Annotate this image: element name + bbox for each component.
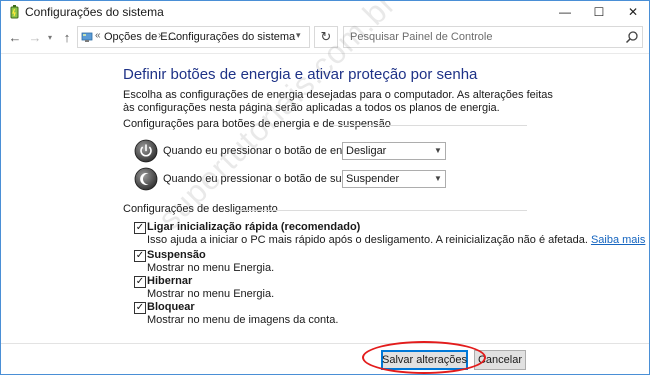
breadcrumb-separator-icon[interactable]: ›	[158, 30, 161, 41]
power-buttons-section-title: Configurações para botões de energia e d…	[123, 118, 391, 130]
checkmark-icon: ✓	[135, 250, 145, 261]
section-divider	[236, 210, 527, 211]
fast-startup-checkbox[interactable]: ✓	[134, 222, 146, 234]
search-box[interactable]	[343, 26, 643, 48]
page-heading: Definir botões de energia e ativar prote…	[123, 66, 478, 83]
power-button-label: Quando eu pressionar o botão de energia:	[163, 145, 370, 157]
hibernate-description: Mostrar no menu Energia.	[147, 288, 275, 300]
refresh-button[interactable]: ↻	[314, 26, 338, 48]
close-button[interactable]: ✕	[617, 1, 649, 23]
sleep-button-icon	[134, 167, 158, 191]
address-dropdown-icon[interactable]: ▾	[296, 30, 301, 41]
hibernate-checkbox[interactable]: ✓	[134, 276, 146, 288]
minimize-button[interactable]: —	[549, 1, 581, 23]
navigation-bar: ← → ▾ ↑ « Opções de E... › Configurações…	[1, 23, 649, 51]
back-arrow-icon[interactable]: ←	[7, 28, 23, 46]
shutdown-section-title: Configurações de desligamento	[123, 203, 278, 215]
forward-arrow-icon[interactable]: →	[27, 28, 43, 46]
sleep-label[interactable]: Suspensão	[147, 249, 206, 261]
power-button-icon	[134, 139, 158, 163]
search-icon[interactable]	[625, 30, 639, 44]
fast-startup-description-text: Isso ajuda a iniciar o PC mais rápido ap…	[147, 234, 588, 246]
up-arrow-icon[interactable]: ↑	[59, 28, 75, 46]
checkmark-icon: ✓	[135, 276, 145, 287]
hibernate-label[interactable]: Hibernar	[147, 275, 192, 287]
chevron-down-icon: ▼	[434, 174, 442, 183]
page-description: Escolha as configurações de energia dese…	[123, 89, 553, 114]
checkmark-icon: ✓	[135, 302, 145, 313]
power-button-action-value: Desligar	[346, 145, 387, 157]
save-changes-button[interactable]: Salvar alterações	[381, 350, 468, 370]
fast-startup-description: Isso ajuda a iniciar o PC mais rápido ap…	[147, 234, 645, 246]
lock-label[interactable]: Bloquear	[147, 301, 195, 313]
breadcrumb-system-settings[interactable]: Configurações do sistema	[168, 31, 295, 43]
maximize-button[interactable]: ☐	[583, 1, 615, 23]
breadcrumb-power-options[interactable]: Opções de E...	[104, 31, 177, 43]
recent-locations-icon[interactable]: ▾	[45, 28, 55, 46]
address-bar[interactable]: « Opções de E... › Configurações do sist…	[77, 26, 310, 48]
learn-more-link[interactable]: Saiba mais	[591, 234, 645, 246]
section-divider	[331, 125, 527, 126]
system-settings-window: Configurações do sistema — ☐ ✕ ← → ▾ ↑ «…	[0, 0, 650, 375]
search-input[interactable]	[344, 27, 614, 47]
lock-description: Mostrar no menu de imagens da conta.	[147, 314, 339, 326]
cancel-button[interactable]: Cancelar	[474, 350, 526, 370]
lock-checkbox[interactable]: ✓	[134, 302, 146, 314]
sleep-checkbox[interactable]: ✓	[134, 250, 146, 262]
sleep-description: Mostrar no menu Energia.	[147, 262, 275, 274]
chevron-down-icon: ▼	[434, 146, 442, 155]
control-panel-icon	[81, 32, 93, 42]
battery-plug-icon	[10, 5, 19, 19]
title-bar: Configurações do sistema — ☐ ✕	[1, 1, 649, 23]
footer-divider	[1, 343, 649, 344]
fast-startup-label[interactable]: Ligar inicialização rápida (recomendado)	[147, 221, 360, 233]
sleep-button-action-value: Suspender	[346, 173, 400, 185]
window-title: Configurações do sistema	[25, 5, 164, 19]
address-overflow-icon[interactable]: «	[95, 30, 101, 41]
main-content: Definir botões de energia e ativar prote…	[1, 54, 649, 344]
sleep-button-action-select[interactable]: Suspender ▼	[342, 170, 446, 188]
refresh-icon: ↻	[320, 29, 332, 44]
checkmark-icon: ✓	[135, 222, 145, 233]
power-button-action-select[interactable]: Desligar ▼	[342, 142, 446, 160]
